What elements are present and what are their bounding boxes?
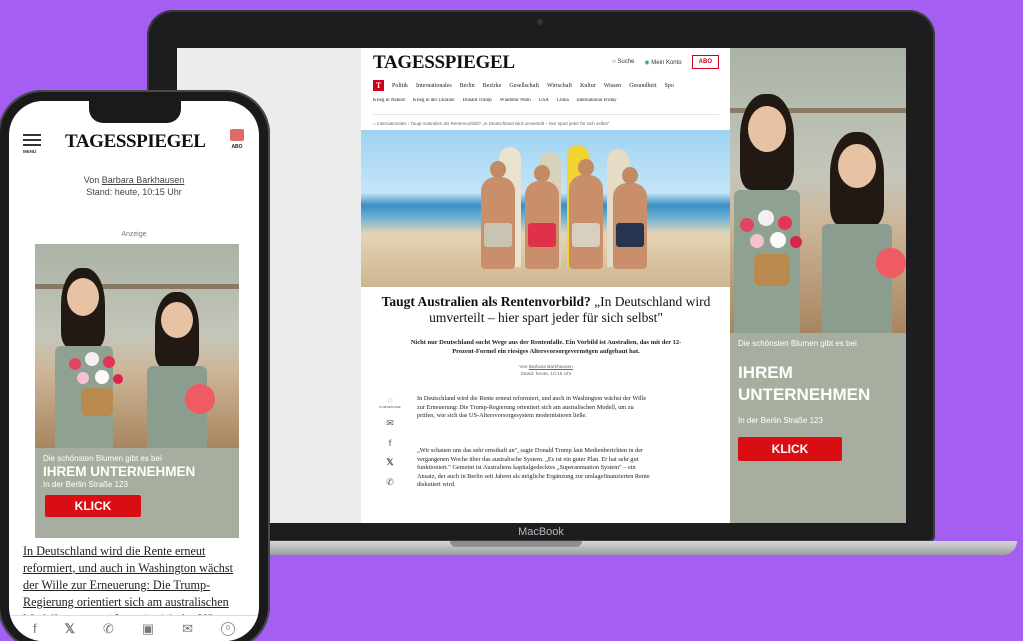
- person: [613, 167, 647, 269]
- topic-item[interactable]: Krieg in der Ukraine: [413, 98, 455, 103]
- whatsapp-icon[interactable]: ✆: [386, 477, 394, 488]
- ad-tagline: Die schönsten Blumen gibt es bei: [738, 339, 857, 348]
- person: [481, 161, 515, 269]
- smartphone: MENÜ TAGESSPIEGEL ABO Von Barbara Barkha…: [0, 90, 270, 641]
- article-paragraph: „Wir schauen uns das sehr ernsthaft an",…: [417, 447, 650, 489]
- site-logo[interactable]: TAGESSPIEGEL: [65, 131, 206, 153]
- ad-cta-button[interactable]: KLICK: [738, 437, 842, 461]
- topic-item[interactable]: Wladimir Putin: [500, 98, 531, 103]
- person: [525, 165, 559, 269]
- facebook-icon[interactable]: f: [33, 621, 37, 636]
- comment-icon: ◌: [387, 395, 393, 405]
- nav-item[interactable]: Bezirke: [483, 83, 502, 89]
- ad-photo: [35, 244, 239, 448]
- person: [569, 159, 603, 269]
- article-teaser: Nicht nur Deutschland sucht Wege aus der…: [410, 339, 682, 355]
- anthurium-flower: [876, 248, 906, 278]
- menu-button[interactable]: MENÜ: [23, 133, 41, 154]
- tagesspiegel-t-icon[interactable]: T: [373, 80, 384, 91]
- webcam: [537, 19, 543, 25]
- nav-item[interactable]: Internationales: [416, 83, 452, 89]
- byline: Von Barbara Barkhausen Stand: heute, 10:…: [83, 175, 185, 197]
- article-column: TAGESSPIEGEL ○ Suche ◉ Mein Konto ABO T …: [361, 48, 731, 523]
- author-link[interactable]: Barbara Barkhausen: [529, 365, 573, 370]
- topic-item[interactable]: International Friday: [577, 98, 617, 103]
- site-logo[interactable]: TAGESSPIEGEL: [373, 52, 515, 74]
- nav-item[interactable]: Kultur: [580, 83, 596, 89]
- header-actions: ○ Suche ◉ Mein Konto ABO: [612, 55, 719, 69]
- abo-button[interactable]: ABO: [691, 55, 719, 69]
- nav-item[interactable]: Spo: [665, 83, 674, 89]
- whatsapp-icon[interactable]: ✆: [103, 621, 114, 637]
- phone-notch: [89, 101, 181, 123]
- article-hero-image: [361, 130, 731, 287]
- shopping-bag-icon: [230, 129, 244, 141]
- account-button[interactable]: ◉ Mein Konto: [644, 59, 681, 66]
- ad-content: Die schönsten Blumen gibt es bei IHREM U…: [730, 333, 906, 467]
- ad-tagline: Die schönsten Blumen gibt es bei: [43, 454, 162, 463]
- byline: Von Barbara Barkhausen Stand: heute, 10:1…: [519, 365, 573, 377]
- ad-headline: IHREM UNTERNEHMEN: [738, 363, 871, 404]
- ad-banner-mobile[interactable]: Die schönsten Blumen gibt es bei IHREM U…: [35, 244, 239, 538]
- facebook-icon[interactable]: f: [389, 438, 392, 448]
- nav-item[interactable]: Wissen: [604, 83, 621, 89]
- topic-nav: Krieg in Nahost Krieg in der Ukraine Don…: [373, 98, 719, 103]
- flower-bouquet: [734, 208, 814, 288]
- ad-banner-right[interactable]: Die schönsten Blumen gibt es bei IHREM U…: [730, 48, 906, 523]
- nav-item[interactable]: Berlin: [460, 83, 475, 89]
- nav-item[interactable]: Gesundheit: [629, 83, 656, 89]
- ad-photo: [730, 48, 906, 333]
- nav-item[interactable]: Gesellschaft: [509, 83, 539, 89]
- ad-content: Die schönsten Blumen gibt es bei IHREM U…: [35, 448, 239, 523]
- ad-cta-button[interactable]: KLICK: [45, 495, 141, 517]
- ad-address: In der Berlin Straße 123: [738, 416, 823, 425]
- topic-item[interactable]: China: [557, 98, 569, 103]
- comments-button[interactable]: ◌ KOMMENTARE: [379, 395, 400, 409]
- anthurium-flower: [185, 384, 215, 414]
- phone-screen: MENÜ TAGESSPIEGEL ABO Von Barbara Barkha…: [9, 101, 259, 641]
- ad-address: In der Berlin Straße 123: [43, 480, 128, 489]
- search-button[interactable]: ○ Suche: [612, 59, 634, 65]
- author-link[interactable]: Barbara Barkhausen: [102, 175, 185, 185]
- share-bar: f 𝕏 ✆ ▣ ✉ 0: [9, 615, 259, 641]
- topic-item[interactable]: Krieg in Nahost: [373, 98, 405, 103]
- article-headline: Taugt Australien als Rentenvorbild? „In …: [381, 294, 711, 325]
- ad-headline: IHREM UNTERNEHMEN: [43, 464, 196, 479]
- mail-icon[interactable]: ✉: [182, 621, 193, 637]
- x-icon[interactable]: 𝕏: [65, 621, 75, 637]
- primary-nav: T Politik Internationales Berlin Bezirke…: [373, 80, 719, 91]
- topic-item[interactable]: USA: [539, 98, 549, 103]
- breadcrumb: ⌂ Internationales › Taugt Australien als…: [373, 114, 719, 126]
- comment-count-badge[interactable]: 0: [220, 621, 235, 636]
- hamburger-icon: [23, 134, 41, 146]
- share-column: ◌ KOMMENTARE ✉ f 𝕏 ✆: [379, 395, 400, 488]
- article-paragraph: In Deutschland wird die Rente erneut ref…: [417, 395, 647, 420]
- x-icon[interactable]: 𝕏: [386, 457, 393, 468]
- nav-item[interactable]: Wirtschaft: [547, 83, 572, 89]
- nav-item[interactable]: Politik: [392, 83, 408, 89]
- laptop-screen: TAGESSPIEGEL ○ Suche ◉ Mein Konto ABO T …: [177, 48, 906, 523]
- ad-label: Anzeige: [121, 231, 147, 238]
- abo-button[interactable]: ABO: [225, 129, 249, 150]
- flower-bouquet: [65, 350, 135, 420]
- laptop-base-notch: [450, 541, 582, 547]
- topic-item[interactable]: Donald Trump: [462, 98, 491, 103]
- flipboard-icon[interactable]: ▣: [142, 621, 154, 637]
- mail-icon[interactable]: ✉: [386, 418, 394, 429]
